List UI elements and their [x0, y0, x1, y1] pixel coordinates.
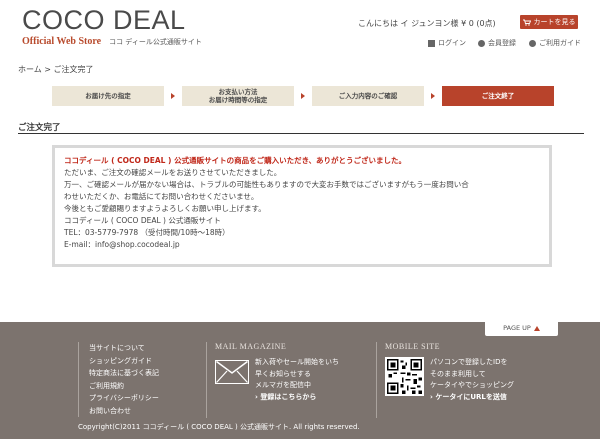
step-confirm: ご入力内容のご確認 [312, 86, 424, 106]
register-label: 会員登録 [488, 39, 516, 47]
page-up-label: PAGE UP [503, 324, 531, 332]
step-complete: ご注文終了 [442, 86, 554, 106]
footer-link-contact[interactable]: お問い合わせ [89, 405, 159, 418]
footer: PAGE UP 当サイトについて ショッピングガイド 特定商法に基づく表記 ご利… [0, 320, 600, 439]
site-logo[interactable]: COCO DEAL Official Web Store ココ ディール公式通販… [22, 6, 202, 47]
greeting-text: こんにちは イ ジュンヨン様 ¥ 0 (0点) [358, 19, 496, 28]
mail-text-line: 早くお知らせする [255, 369, 311, 378]
cart-button[interactable]: カートを見る [520, 15, 578, 29]
step-payment: お支払い方法 お届け時間等の指定 [182, 86, 294, 106]
mail-magazine-section: MAIL MAGAZINE 新入荷やセール開始をいち 早くお知らせする メルマガ… [206, 342, 366, 418]
step-arrow-icon [424, 86, 442, 106]
message-line: ただいま、ご注文の確認メールをお送りさせていただきました。 [64, 168, 282, 177]
step-arrow-icon [294, 86, 312, 106]
message-line: わせいただくか、お電話にてお問い合わせくださいませ。 [64, 192, 259, 201]
footer-link-terms[interactable]: ご利用規約 [89, 380, 159, 393]
mobile-site-heading: MOBILE SITE [385, 342, 441, 351]
guide-label: ご利用ガイド [539, 39, 581, 47]
copyright: Copyright(C)2011 ココディール ( COCO DEAL ) 公式… [78, 423, 360, 431]
cart-icon [522, 19, 531, 26]
mail-text-line: メルマガを配信中 [255, 381, 311, 389]
logo-sub-en: Official Web Store [22, 36, 102, 47]
checkout-steps: お届け先の指定 お支払い方法 お届け時間等の指定 ご入力内容のご確認 ご注文終了 [52, 86, 554, 106]
message-line: ココディール ( COCO DEAL ) 公式通販サイト [64, 216, 221, 225]
mobile-send-url-link[interactable]: › ケータイにURLを送信 [430, 392, 514, 404]
mobile-text-line: ケータイやでショッピング [430, 381, 514, 389]
step-arrow-icon [164, 86, 182, 106]
register-link[interactable]: 会員登録 [478, 38, 516, 48]
footer-link-legal[interactable]: 特定商法に基づく表記 [89, 367, 159, 380]
mobile-text-line: パソコンで登録したIDを [430, 358, 508, 366]
breadcrumb[interactable]: ホーム > ご注文完了 [18, 64, 94, 75]
arrow-up-icon [533, 325, 540, 331]
footer-link-privacy[interactable]: プライバシーポリシー [89, 392, 159, 405]
mail-text-line: 新入荷やセール開始をいち [255, 358, 339, 366]
order-complete-message: ココディール ( COCO DEAL ) 公式通販サイトの商品をご購入いただき、… [52, 145, 552, 267]
step-delivery: お届け先の指定 [52, 86, 164, 106]
login-link[interactable]: ログイン [428, 38, 466, 48]
step-payment-line1: お支払い方法 [218, 88, 258, 96]
message-lead: ココディール ( COCO DEAL ) 公式通販サイトの商品をご購入いただき、… [64, 156, 407, 165]
logo-subtitle: Official Web Store ココ ディール公式通販サイト [22, 36, 202, 47]
logo-sub-jp: ココ ディール公式通販サイト [109, 38, 202, 46]
section-title: ご注文完了 [18, 123, 61, 133]
logo-main-text: COCO DEAL [22, 5, 186, 35]
step-payment-line2: お届け時間等の指定 [208, 96, 268, 104]
qr-code-icon [385, 357, 424, 396]
mobile-site-section: MOBILE SITE パソコンで登録したIDを そのまま利用して ケータイやで… [376, 342, 551, 418]
envelope-icon [215, 360, 249, 384]
footer-links: 当サイトについて ショッピングガイド 特定商法に基づく表記 ご利用規約 プライバ… [78, 342, 159, 417]
message-line: 万一、ご確認メールが届かない場合は、トラブルの可能性もありますので大変お手数では… [64, 180, 469, 189]
footer-link-about[interactable]: 当サイトについて [89, 342, 159, 355]
guide-link[interactable]: ご利用ガイド [529, 38, 581, 48]
message-line: TEL：03-5779-7978 （受付時間/10時〜18時） [64, 228, 230, 237]
footer-link-shopping-guide[interactable]: ショッピングガイド [89, 355, 159, 368]
page-up-button[interactable]: PAGE UP [485, 320, 558, 336]
mail-magazine-heading: MAIL MAGAZINE [215, 342, 287, 351]
mail-register-link[interactable]: › 登録はこちらから [255, 392, 339, 404]
section-divider [18, 133, 584, 134]
info-icon [529, 39, 536, 47]
mobile-text-line: そのまま利用して [430, 369, 486, 378]
cart-button-label: カートを見る [533, 18, 576, 26]
message-line: E-mail：info@shop.cocodeal.jp [64, 240, 180, 249]
user-icon [478, 39, 485, 47]
login-label: ログイン [438, 39, 466, 47]
message-line: 今後ともご愛顧賜りますようよろしくお願い申し上げます。 [64, 204, 266, 213]
lock-icon [428, 39, 435, 47]
